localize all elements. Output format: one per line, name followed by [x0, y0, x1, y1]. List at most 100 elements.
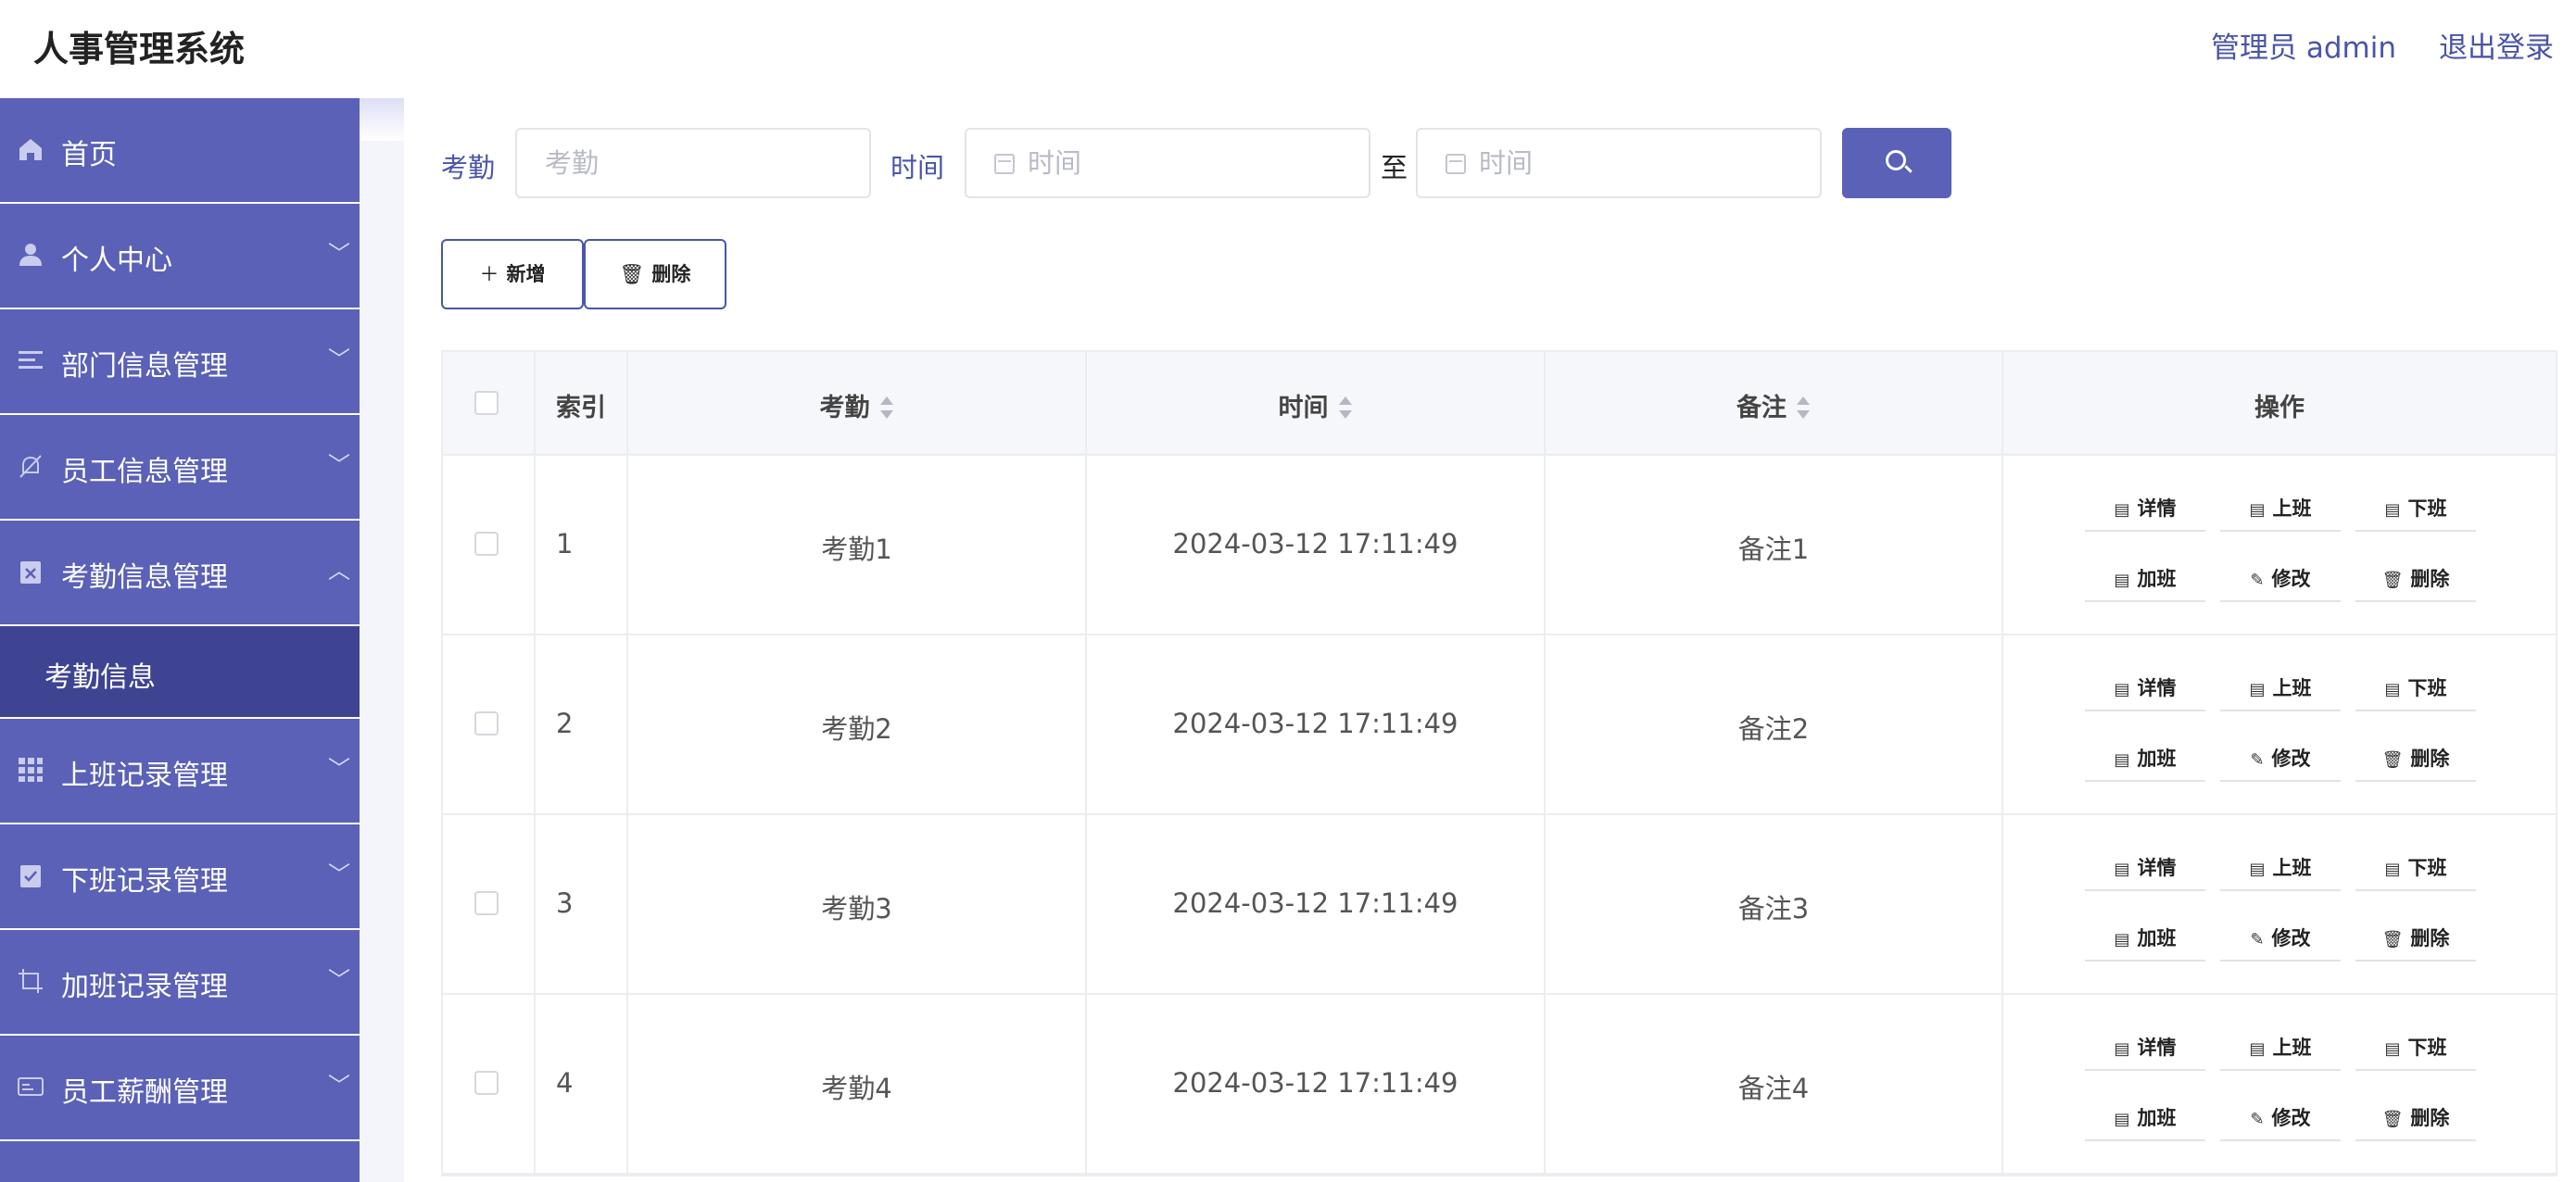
sidebar-item-overtime[interactable]: 加班记录管理 ﹀ [0, 930, 360, 1036]
row-ops-cell: ▤ 详情 ▤ 上班 ▤ 下班 ▤ 加班 ✎ 修改 🗑 删除 [2003, 815, 2556, 993]
sort-icon[interactable] [1796, 396, 1811, 420]
current-user-label[interactable]: 管理员 admin [2211, 24, 2396, 66]
document-icon: ▤ [2384, 860, 2401, 879]
sidebar-item-salary[interactable]: 员工薪酬管理 ﹀ [0, 1036, 360, 1141]
time-end-placeholder: 时间 [1479, 147, 1534, 179]
detail-button[interactable]: ▤ 详情 [2085, 847, 2205, 891]
sidebar-item-label: 员工薪酬管理 [61, 1076, 228, 1109]
home-icon [19, 139, 42, 160]
header-time-cell[interactable]: 时间 [1087, 352, 1546, 454]
document-icon: ▤ [2384, 500, 2401, 520]
xiaban-button-label: 下班 [2407, 497, 2447, 520]
delete-button-label: 删除 [2410, 927, 2450, 949]
select-all-checkbox[interactable] [474, 391, 499, 415]
pencil-icon: ✎ [2250, 571, 2265, 590]
delete-button[interactable]: 🗑 删除 [2355, 1097, 2476, 1141]
calendar-icon [1446, 154, 1466, 174]
chevron-down-icon: ﹀ [328, 756, 350, 782]
shangban-button[interactable]: ▤ 上班 [2220, 667, 2341, 711]
xiaban-button[interactable]: ▤ 下班 [2355, 847, 2476, 891]
time-start-input[interactable]: 时间 [965, 128, 1370, 198]
row-checkbox[interactable] [474, 891, 499, 915]
row-ops-cell: ▤ 详情 ▤ 上班 ▤ 下班 ▤ 加班 ✎ 修改 🗑 删除 [2003, 995, 2556, 1173]
row-checkbox[interactable] [474, 1071, 499, 1095]
edit-button-label: 修改 [2271, 748, 2311, 770]
document-icon: ▤ [2114, 1039, 2130, 1059]
row-select-cell [443, 815, 536, 993]
table-row: 4 考勤4 2024-03-12 17:11:49 备注4 ▤ 详情 ▤ 上班 ▤ 下… [443, 995, 2556, 1175]
header-actions: 管理员 admin 退出登录 [2211, 24, 2554, 66]
xiaban-button[interactable]: ▤ 下班 [2355, 667, 2476, 711]
edit-button[interactable]: ✎ 修改 [2220, 737, 2341, 782]
row-kaoqin: 考勤1 [821, 534, 892, 565]
search-icon [1886, 150, 1906, 170]
jiaban-button[interactable]: ▤ 加班 [2085, 1097, 2205, 1141]
delete-button[interactable]: 🗑 删除 [2355, 558, 2476, 602]
row-index: 4 [556, 1067, 574, 1099]
row-remark-cell: 备注1 [1546, 456, 2003, 634]
search-button[interactable] [1842, 128, 1951, 198]
batch-delete-button[interactable]: 🗑 删除 [584, 239, 726, 309]
jiaban-button-label: 加班 [2137, 748, 2177, 770]
row-remark: 备注1 [1737, 534, 1810, 565]
jiaban-button[interactable]: ▤ 加班 [2085, 917, 2205, 962]
sidebar-item-checkout[interactable]: 下班记录管理 ﹀ [0, 824, 360, 930]
detail-button-label: 详情 [2137, 857, 2177, 879]
row-kaoqin-cell: 考勤4 [628, 995, 1087, 1173]
header-kaoqin-cell[interactable]: 考勤 [628, 352, 1087, 454]
sidebar-item-checkin[interactable]: 上班记录管理 ﹀ [0, 719, 360, 824]
chevron-down-icon: ﹀ [328, 452, 350, 478]
edit-button[interactable]: ✎ 修改 [2220, 917, 2341, 962]
header-index-cell: 索引 [536, 352, 628, 454]
sidebar-item-label: 员工信息管理 [61, 456, 228, 488]
sidebar-item-department[interactable]: 部门信息管理 ﹀ [0, 309, 360, 415]
detail-button[interactable]: ▤ 详情 [2085, 487, 2205, 532]
sidebar-subitem-attendance-info[interactable]: 考勤信息 [0, 626, 360, 719]
time-end-input[interactable]: 时间 [1416, 128, 1822, 198]
row-remark: 备注2 [1737, 713, 1810, 745]
time-start-placeholder: 时间 [1028, 147, 1082, 179]
row-time: 2024-03-12 17:11:49 [1172, 1067, 1458, 1099]
row-remark: 备注3 [1737, 893, 1810, 924]
shangban-button[interactable]: ▤ 上班 [2220, 487, 2341, 532]
sidebar: 首页 个人中心 ﹀ 部门信息管理 ﹀ 员工信息管理 ﹀ 考勤信息管理 ︿ 考勤信… [0, 98, 360, 1182]
row-time: 2024-03-12 17:11:49 [1172, 708, 1458, 739]
jiaban-button[interactable]: ▤ 加班 [2085, 737, 2205, 782]
row-remark-cell: 备注4 [1546, 995, 2003, 1173]
edit-button[interactable]: ✎ 修改 [2220, 1097, 2341, 1141]
xiaban-button[interactable]: ▤ 下班 [2355, 1026, 2476, 1071]
row-remark: 备注4 [1737, 1073, 1810, 1104]
row-time: 2024-03-12 17:11:49 [1172, 528, 1458, 560]
sidebar-item-label: 下班记录管理 [61, 865, 228, 898]
header-remark-cell[interactable]: 备注 [1546, 352, 2003, 454]
table-row: 2 考勤2 2024-03-12 17:11:49 备注2 ▤ 详情 ▤ 上班 ▤ 下… [443, 635, 2556, 815]
delete-button[interactable]: 🗑 删除 [2355, 917, 2476, 962]
logout-link[interactable]: 退出登录 [2439, 24, 2554, 66]
edit-button[interactable]: ✎ 修改 [2220, 558, 2341, 602]
shangban-button[interactable]: ▤ 上班 [2220, 847, 2341, 891]
crop-icon [19, 969, 43, 993]
jiaban-button[interactable]: ▤ 加班 [2085, 558, 2205, 602]
document-icon: ▤ [2114, 680, 2130, 699]
row-time-cell: 2024-03-12 17:11:49 [1087, 635, 1546, 813]
detail-button[interactable]: ▤ 详情 [2085, 667, 2205, 711]
xiaban-button[interactable]: ▤ 下班 [2355, 487, 2476, 532]
detail-button[interactable]: ▤ 详情 [2085, 1026, 2205, 1071]
kaoqin-search-label: 考勤 [441, 152, 496, 183]
sidebar-item-profile[interactable]: 个人中心 ﹀ [0, 204, 360, 309]
sort-icon[interactable] [1338, 396, 1353, 420]
row-checkbox[interactable] [474, 711, 499, 736]
trash-icon: 🗑 [619, 263, 645, 285]
kaoqin-search-input[interactable]: 考勤 [515, 128, 871, 198]
sidebar-item-employee[interactable]: 员工信息管理 ﹀ [0, 415, 360, 521]
shangban-button[interactable]: ▤ 上班 [2220, 1026, 2341, 1071]
delete-button[interactable]: 🗑 删除 [2355, 737, 2476, 782]
detail-button-label: 详情 [2137, 1037, 2177, 1059]
clipboard-check-icon [20, 865, 41, 887]
attendance-table: 索引 考勤 时间 备注 操作 1 考勤1 2024-03-12 17:11:49… [441, 350, 2557, 1176]
sort-icon[interactable] [879, 396, 894, 420]
sidebar-item-attendance[interactable]: 考勤信息管理 ︿ [0, 521, 360, 626]
row-checkbox[interactable] [474, 532, 499, 556]
add-button[interactable]: ＋ 新增 [441, 239, 584, 309]
sidebar-item-home[interactable]: 首页 [0, 98, 360, 204]
